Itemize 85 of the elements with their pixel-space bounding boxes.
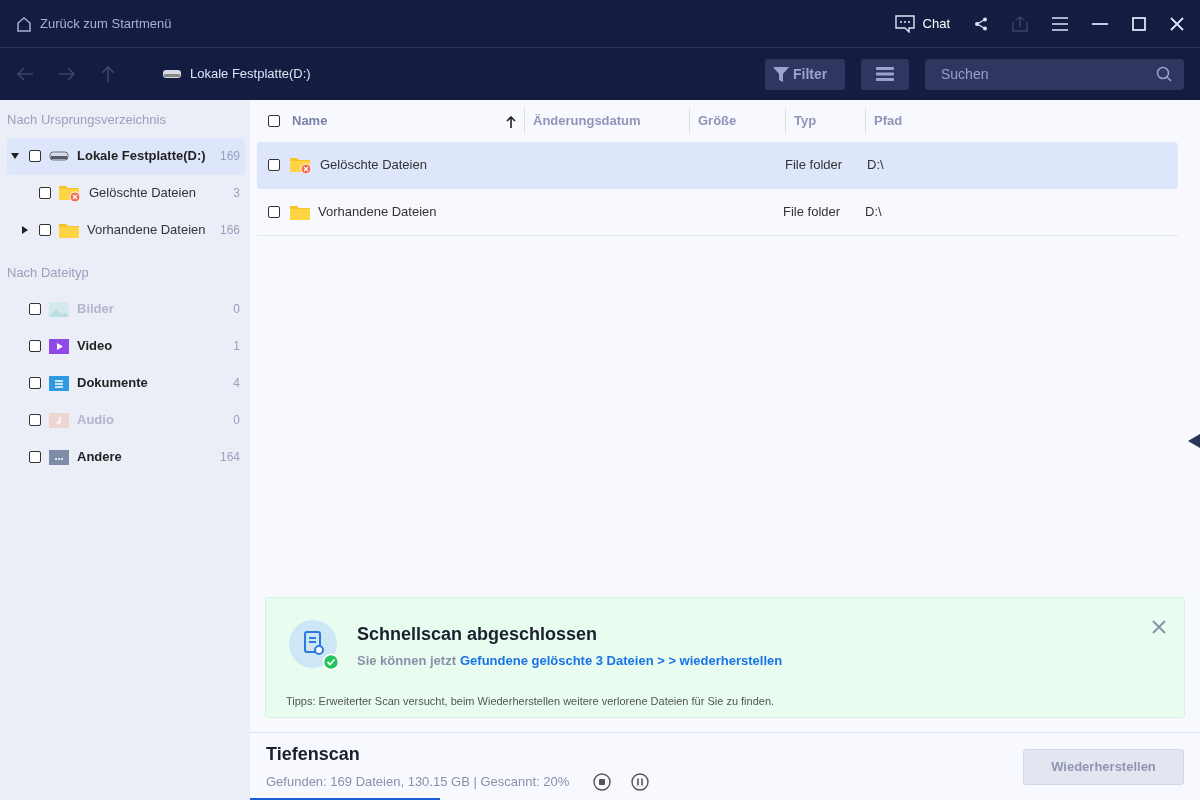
search-icon	[1156, 65, 1172, 82]
file-name: Gelöschte Dateien	[320, 156, 428, 175]
filter-button[interactable]: Filter	[765, 58, 845, 90]
select-all-checkbox[interactable]	[268, 115, 280, 127]
item-count: 0	[233, 300, 240, 318]
back-arrow-icon	[16, 66, 34, 82]
item-count: 1	[233, 337, 240, 355]
deep-scan-title: Tiefenscan	[266, 743, 361, 767]
menu-icon	[1052, 16, 1068, 31]
file-path: D:\	[867, 156, 884, 175]
section-title: Nach Dateityp	[6, 263, 90, 282]
search-field[interactable]: Suchen	[925, 58, 1184, 90]
item-label: Dokumente	[77, 373, 148, 392]
item-label: Audio	[77, 410, 114, 429]
sidebar-item[interactable]: Lokale Festplatte(D:) 169	[7, 137, 245, 175]
item-count: 164	[219, 448, 240, 466]
item-label: Video	[77, 336, 113, 355]
stop-icon[interactable]	[593, 773, 612, 791]
forward-arrow-icon	[58, 66, 76, 82]
maximize-icon	[1132, 16, 1146, 31]
minimize-icon	[1092, 22, 1108, 25]
sidebar-item[interactable]: Dokumente 4	[7, 364, 245, 401]
sidebar-item[interactable]: Gelöschte Dateien 3	[7, 174, 245, 212]
other-folder-icon	[49, 448, 69, 465]
item-count: 166	[219, 222, 240, 239]
deleted-folder-icon	[290, 156, 312, 174]
file-type: File folder	[783, 203, 842, 222]
close-icon[interactable]	[1152, 619, 1166, 634]
drive-icon	[162, 69, 182, 79]
sidebar-item[interactable]: Video 1	[7, 327, 245, 364]
home-icon	[16, 15, 32, 32]
item-count: 3	[233, 185, 240, 202]
audio-folder-icon	[49, 411, 69, 428]
scan-report-icon	[289, 620, 341, 672]
caret-right-icon[interactable]	[21, 226, 29, 234]
up-arrow-icon	[100, 65, 116, 83]
checkbox[interactable]	[29, 376, 41, 389]
video-folder-icon	[49, 337, 69, 354]
pause-icon[interactable]	[631, 773, 650, 791]
view-menu-button[interactable]	[861, 58, 909, 90]
item-label: Vorhandene Dateien	[87, 221, 206, 240]
section-title: Nach Ursprungsverzeichnis	[6, 111, 167, 129]
caret-down-icon[interactable]	[11, 152, 19, 160]
scan-status: Gefunden: 169 Dateien, 130.15 GB | Gescannt: 20%	[266, 773, 570, 792]
sidebar-item[interactable]: Andere 164	[7, 438, 245, 475]
drive-icon	[49, 151, 69, 161]
item-count: 0	[233, 411, 240, 429]
recover-deleted-files-link[interactable]: Gefundene gelöschte 3 Dateien > > wiederherstellen	[459, 651, 783, 671]
list-view-icon	[876, 67, 894, 81]
sidebar-item[interactable]: Vorhandene Dateien 166	[7, 211, 245, 249]
table-row[interactable]: Gelöschte Dateien File folder D:\	[257, 142, 1178, 189]
checkbox[interactable]	[29, 150, 41, 162]
document-folder-icon	[49, 374, 69, 391]
image-folder-icon	[49, 300, 69, 317]
notice-title: Schnellscan abgeschlossen	[357, 623, 599, 647]
back-to-start-link[interactable]: Zurück zum Startmenü	[40, 13, 172, 34]
funnel-icon	[773, 66, 789, 82]
share-icon	[974, 16, 988, 31]
location-label: Lokale Festplatte(D:)	[190, 65, 311, 84]
item-label: Lokale Festplatte(D:)	[77, 147, 206, 166]
checkbox[interactable]	[268, 206, 280, 218]
item-count: 169	[219, 148, 240, 165]
file-path: D:\	[865, 203, 882, 222]
checkbox[interactable]	[29, 450, 41, 463]
folder-icon	[290, 204, 310, 220]
column-header[interactable]: Name	[292, 111, 328, 131]
item-count: 4	[233, 374, 240, 392]
item-label: Gelöschte Dateien	[89, 184, 196, 203]
file-name: Vorhandene Dateien	[318, 203, 438, 222]
item-label: Andere	[77, 447, 122, 466]
checkbox[interactable]	[39, 224, 51, 236]
checkbox[interactable]	[39, 187, 51, 199]
close-icon	[1170, 16, 1184, 31]
tip-text: Tipps: Erweiterter Scan versucht, beim Wiederherstellen weitere verlorene Dateien für Sie zu finden.	[285, 694, 776, 709]
collapse-handle-icon[interactable]	[1188, 433, 1200, 448]
table-row[interactable]: Vorhandene Dateien File folder D:\	[257, 189, 1178, 236]
checkbox[interactable]	[268, 159, 280, 171]
file-type: File folder	[785, 156, 844, 175]
chat-icon	[894, 14, 915, 33]
notice-text: Sie können jetzt	[357, 652, 456, 671]
folder-icon	[59, 222, 79, 238]
item-label: Bilder	[77, 299, 114, 318]
deleted-folder-icon	[59, 184, 81, 202]
chat-button[interactable]: Chat	[894, 13, 950, 34]
checkbox[interactable]	[29, 339, 41, 352]
